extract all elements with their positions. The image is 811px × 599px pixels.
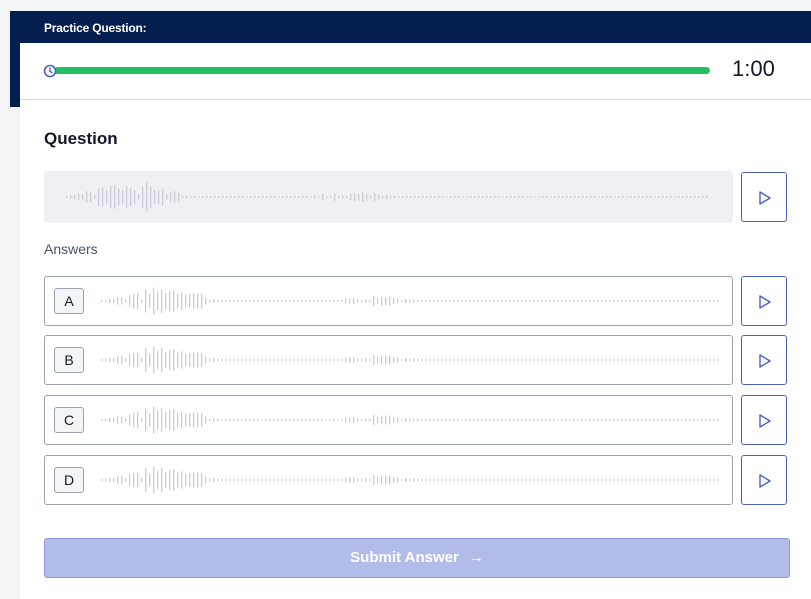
answer-c-play-button[interactable] — [741, 395, 787, 445]
play-icon — [759, 295, 771, 309]
question-card: 1:00 Question Answers A B C D Submit Ans… — [20, 43, 811, 599]
answer-option-a[interactable]: A — [44, 276, 733, 326]
question-heading: Question — [44, 129, 118, 148]
answer-option-b[interactable]: B — [44, 335, 733, 385]
waveform-icon — [66, 182, 708, 212]
answer-letter: C — [54, 407, 84, 433]
clock-icon — [43, 64, 57, 78]
timer-row: 1:00 — [20, 43, 811, 100]
answer-option-d[interactable]: D — [44, 455, 733, 505]
waveform-icon — [101, 346, 719, 374]
header-title: Practice Question: — [44, 21, 147, 35]
answer-option-c[interactable]: C — [44, 395, 733, 445]
play-icon — [759, 354, 771, 368]
timer-value: 1:00 — [732, 56, 775, 81]
submit-label: Submit Answer — [350, 549, 459, 566]
answer-letter: B — [54, 347, 84, 373]
question-play-button[interactable] — [741, 172, 787, 222]
timer-progress-bar — [54, 67, 710, 74]
play-icon — [759, 191, 771, 205]
answers-label: Answers — [44, 241, 98, 257]
answer-a-play-button[interactable] — [741, 276, 787, 326]
answer-letter: D — [54, 467, 84, 493]
arrow-right-icon: → — [468, 549, 484, 566]
answer-d-play-button[interactable] — [741, 455, 787, 505]
answer-letter: A — [54, 288, 84, 314]
waveform-icon — [101, 287, 719, 315]
answer-b-play-button[interactable] — [741, 335, 787, 385]
question-audio-waveform — [44, 171, 733, 223]
waveform-icon — [101, 406, 719, 434]
submit-answer-button[interactable]: Submit Answer → — [44, 538, 790, 578]
play-icon — [759, 414, 771, 428]
waveform-icon — [101, 466, 719, 494]
timer-progress-fill — [54, 67, 710, 74]
play-icon — [759, 474, 771, 488]
